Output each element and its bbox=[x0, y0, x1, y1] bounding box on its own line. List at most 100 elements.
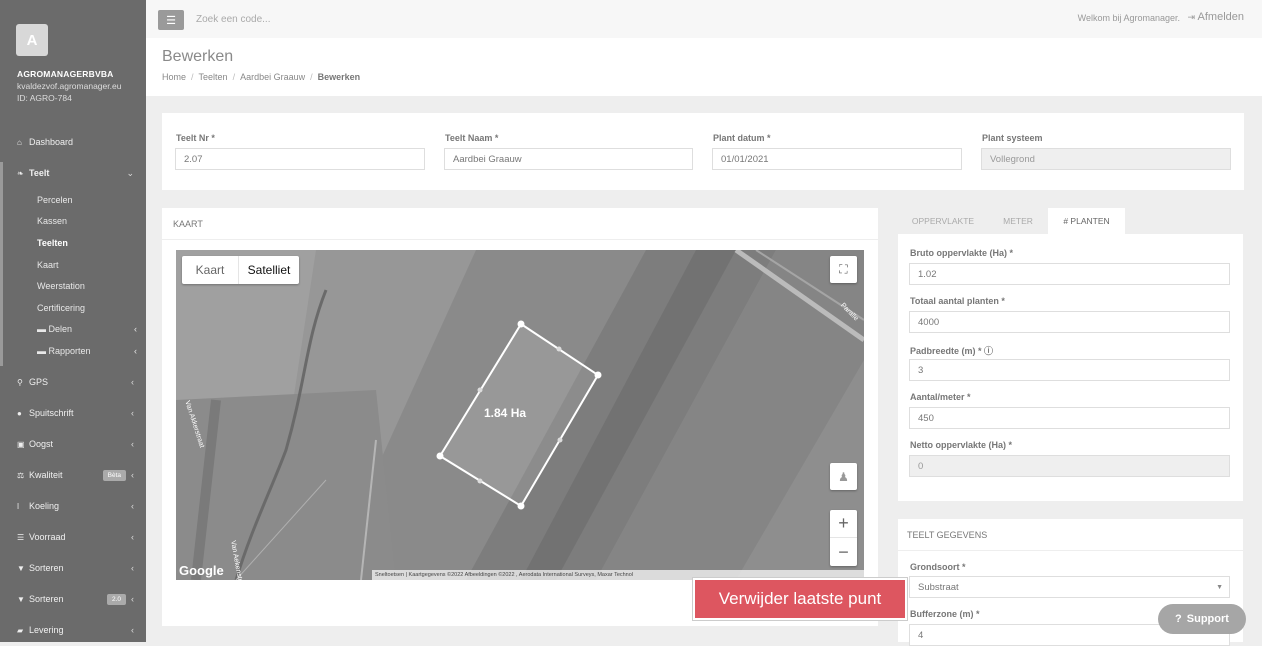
plant-datum-field[interactable]: 01/01/2021 bbox=[712, 148, 962, 170]
sidebar: A AGROMANAGERBVBA kvaldezvof.agromanager… bbox=[0, 0, 146, 642]
tab-oppervlakte[interactable]: OPPERVLAKTE bbox=[898, 208, 988, 234]
pegman-button[interactable]: ♟ bbox=[830, 463, 857, 490]
sidebar-item-voorraad[interactable]: ☰ Voorraad ‹ bbox=[0, 526, 146, 548]
padbreedte-field[interactable]: 3 bbox=[909, 359, 1230, 381]
filter-icon: ▼ bbox=[17, 594, 25, 604]
breadcrumb-teelt[interactable]: Aardbei Graauw bbox=[240, 72, 305, 82]
google-logo: Google bbox=[179, 563, 224, 578]
sidebar-subitem-rapporten[interactable]: ▬ Rapporten ‹ bbox=[37, 346, 139, 356]
totaal-label: Totaal aantal planten * bbox=[910, 296, 1005, 306]
sidebar-item-kwaliteit[interactable]: ⚖ Kwaliteit Bèta ‹ bbox=[0, 464, 146, 486]
company-id: ID: AGRO-784 bbox=[17, 93, 72, 103]
chevron-left-icon: ‹ bbox=[131, 625, 134, 635]
sidebar-subitem-percelen[interactable]: Percelen bbox=[37, 195, 73, 205]
sidebar-subitem-kaart[interactable]: Kaart bbox=[37, 260, 59, 270]
sidebar-item-label: Sorteren bbox=[29, 563, 64, 573]
sidebar-item-label: Sorteren bbox=[29, 594, 64, 604]
breadcrumb-current: Bewerken bbox=[317, 72, 361, 82]
remove-last-point-button[interactable]: Verwijder laatste punt bbox=[693, 578, 907, 620]
submenu-indicator bbox=[0, 184, 3, 366]
sign-out-icon: ⇥ bbox=[1187, 12, 1196, 22]
sidebar-item-teelt[interactable]: ❧ Teelt ⌄ bbox=[0, 162, 146, 184]
aantal-field[interactable]: 450 bbox=[909, 407, 1230, 429]
sidebar-subitem-certificering[interactable]: Certificering bbox=[37, 303, 85, 313]
chevron-left-icon: ‹ bbox=[131, 594, 134, 604]
balance-icon: ⚖ bbox=[17, 470, 25, 480]
satellite-map[interactable]: 1.84 Ha Van Akkerstraat Van Aekenstr Par… bbox=[176, 250, 864, 580]
sidebar-subitem-teelten[interactable]: Teelten bbox=[37, 238, 68, 248]
basket-icon: ▣ bbox=[17, 439, 25, 449]
grondsoort-select[interactable]: Substraat ▼ bbox=[909, 576, 1230, 598]
divider bbox=[162, 239, 878, 240]
sidebar-item-spuitschrift[interactable]: ● Spuitschrift ‹ bbox=[0, 402, 146, 424]
sidebar-item-label: Koeling bbox=[29, 501, 60, 511]
sidebar-item-oogst[interactable]: ▣ Oogst ‹ bbox=[0, 433, 146, 455]
sidebar-item-koeling[interactable]: ǀ Koeling ‹ bbox=[0, 495, 146, 517]
fullscreen-icon: ⛶ bbox=[839, 262, 848, 276]
truck-icon: ▰ bbox=[17, 625, 24, 635]
sidebar-item-label: Oogst bbox=[29, 439, 54, 449]
plant-systeem-label: Plant systeem bbox=[982, 133, 1043, 143]
sidebar-item-label: Teelt bbox=[29, 168, 50, 178]
hamburger-icon: ☰ bbox=[166, 14, 176, 27]
leaf-icon: ❧ bbox=[17, 168, 24, 178]
sidebar-item-label: Spuitschrift bbox=[29, 408, 74, 418]
map-card-title: KAART bbox=[173, 219, 203, 229]
sidebar-subitem-kassen[interactable]: Kassen bbox=[37, 216, 67, 226]
fullscreen-button[interactable]: ⛶ bbox=[830, 256, 857, 283]
zoom-out-button[interactable]: − bbox=[830, 538, 857, 566]
breadcrumb-teelten[interactable]: Teelten bbox=[199, 72, 228, 82]
chevron-left-icon: ‹ bbox=[131, 439, 134, 449]
chevron-left-icon: ‹ bbox=[131, 408, 134, 418]
filter-icon: ▼ bbox=[17, 563, 25, 573]
info-icon[interactable]: ⓘ bbox=[984, 346, 993, 356]
teelt-naam-label: Teelt Naam * bbox=[445, 133, 499, 143]
sidebar-item-label: Dashboard bbox=[29, 137, 74, 147]
plant-systeem-field: Vollegrond bbox=[981, 148, 1231, 170]
zoom-control: + − bbox=[830, 510, 857, 566]
map-type-kaart[interactable]: Kaart bbox=[182, 256, 239, 284]
breadcrumb: Home / Teelten / Aardbei Graauw / Bewerken bbox=[162, 72, 361, 82]
droplet-icon: ● bbox=[17, 408, 22, 418]
area-label: 1.84 Ha bbox=[484, 406, 527, 420]
sidebar-item-sorteren[interactable]: ▼ Sorteren ‹ bbox=[0, 557, 146, 579]
bufferzone-label: Bufferzone (m) * bbox=[910, 609, 980, 619]
netto-field: 0 bbox=[909, 455, 1230, 477]
search-input[interactable]: Zoek een code... bbox=[196, 14, 271, 25]
sidebar-item-dashboard[interactable]: ⌂ Dashboard bbox=[0, 131, 146, 153]
zoom-in-button[interactable]: + bbox=[830, 510, 857, 538]
list-icon: ☰ bbox=[17, 532, 25, 542]
divider bbox=[898, 550, 1243, 551]
avatar[interactable]: A bbox=[16, 24, 48, 56]
sidebar-item-label: Kwaliteit bbox=[29, 470, 63, 480]
totaal-field[interactable]: 4000 bbox=[909, 311, 1230, 333]
sidebar-item-levering[interactable]: ▰ Levering ‹ bbox=[0, 619, 146, 641]
teelt-nr-field[interactable]: 2.07 bbox=[175, 148, 425, 170]
plant-datum-label: Plant datum * bbox=[713, 133, 771, 143]
map-marker-icon: ⚲ bbox=[17, 377, 23, 387]
sidebar-subitem-delen[interactable]: ▬ Delen ‹ bbox=[37, 324, 139, 334]
company-email: kvaldezvof.agromanager.eu bbox=[17, 81, 122, 91]
teelt-naam-field[interactable]: Aardbei Graauw bbox=[444, 148, 693, 170]
tab-planten[interactable]: # PLANTEN bbox=[1048, 208, 1125, 234]
bruto-field[interactable]: 1.02 bbox=[909, 263, 1230, 285]
company-name: AGROMANAGERBVBA bbox=[17, 69, 114, 79]
page-header: Bewerken Home / Teelten / Aardbei Graauw / Bew… bbox=[146, 38, 1262, 96]
thermometer-icon: ǀ bbox=[17, 501, 20, 511]
caret-down-icon: ▼ bbox=[1216, 583, 1223, 591]
teelt-nr-label: Teelt Nr * bbox=[176, 133, 215, 143]
sidebar-subitem-weerstation[interactable]: Weerstation bbox=[37, 281, 85, 291]
map-type-satelliet[interactable]: Satelliet bbox=[239, 256, 299, 284]
logout-link[interactable]: ⇥ Afmelden bbox=[1188, 11, 1244, 23]
page-title: Bewerken bbox=[162, 48, 234, 65]
sidebar-item-label: Levering bbox=[29, 625, 64, 635]
support-button[interactable]: ? Support bbox=[1158, 604, 1246, 634]
topbar: ☰ Zoek een code... Welkom bij Agromanage… bbox=[146, 0, 1262, 38]
grondsoort-label: Grondsoort * bbox=[910, 562, 966, 572]
tab-meter[interactable]: METER bbox=[988, 208, 1048, 234]
sidebar-item-gps[interactable]: ⚲ GPS ‹ bbox=[0, 371, 146, 393]
teelt-gegevens-title: TEELT GEGEVENS bbox=[907, 530, 988, 540]
breadcrumb-home[interactable]: Home bbox=[162, 72, 186, 82]
menu-toggle-button[interactable]: ☰ bbox=[158, 10, 184, 30]
sidebar-item-sorteren-2[interactable]: ▼ Sorteren 2.0 ‹ bbox=[0, 588, 146, 610]
